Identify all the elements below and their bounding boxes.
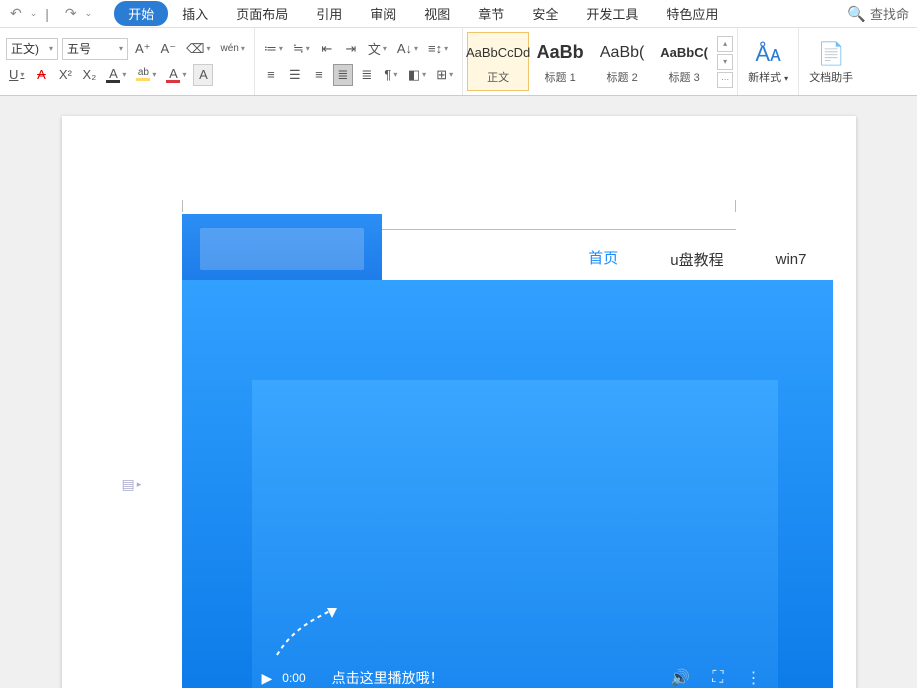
- style-preview: AaBbC(: [660, 39, 708, 67]
- line-spacing-icon[interactable]: ≡↕: [425, 38, 451, 60]
- hero-banner: ▶ 0:00 点击这里播放哦！ 🔊 ⛶ ⋮: [182, 280, 833, 688]
- embedded-web-content: 首页 u盘教程 win7 ▶ 0:00 点击这里播放哦！ 🔊 ⛶ ⋮: [182, 236, 833, 688]
- align-center-icon[interactable]: ☰: [285, 64, 305, 86]
- separator: |: [43, 6, 51, 22]
- style-heading1[interactable]: AaBb 标题 1: [529, 32, 591, 91]
- shrink-font-icon[interactable]: A⁻: [158, 38, 180, 60]
- font-group: 正文)▾ 五号▾ A⁺ A⁻ ⌫ wén U A X² X₂ A ab A A: [0, 28, 255, 95]
- align-left-icon[interactable]: ≡: [261, 64, 281, 86]
- quick-access: ↶ ⌄ | ↷ ⌄: [8, 5, 94, 22]
- bullets-icon[interactable]: ≔: [261, 38, 286, 60]
- tab-insert[interactable]: 插入: [168, 1, 222, 26]
- text-effect-icon[interactable]: A: [103, 64, 129, 86]
- undo-icon[interactable]: ↶: [8, 5, 24, 22]
- search-icon: 🔍: [847, 5, 866, 23]
- video-hint: 点击这里播放哦！: [332, 668, 444, 688]
- gallery-down-icon[interactable]: ▾: [717, 54, 733, 70]
- page-outline-icon[interactable]: ▤: [122, 476, 142, 493]
- style-preview: AaBb(: [600, 39, 644, 67]
- menu-bar: ↶ ⌄ | ↷ ⌄ 开始 插入 页面布局 引用 审阅 视图 章节 安全 开发工具…: [0, 0, 917, 28]
- new-style-label: 新样式 ▾: [748, 69, 788, 85]
- text-direction-icon[interactable]: A↓: [394, 38, 421, 60]
- gallery-more-icon[interactable]: ⋯: [717, 72, 733, 88]
- grow-font-icon[interactable]: A⁺: [132, 38, 154, 60]
- new-style-button[interactable]: Åᴀ 新样式 ▾: [738, 28, 798, 95]
- more-icon[interactable]: ⋮: [740, 668, 768, 688]
- style-label: 正文: [487, 69, 509, 85]
- para-spacing-icon[interactable]: ¶: [381, 64, 401, 86]
- style-heading2[interactable]: AaBb( 标题 2: [591, 32, 653, 91]
- style-preview: AaBbCcDd: [466, 39, 530, 67]
- tab-security[interactable]: 安全: [518, 1, 572, 26]
- tab-chapter[interactable]: 章节: [464, 1, 518, 26]
- tab-reference[interactable]: 引用: [302, 1, 356, 26]
- play-icon[interactable]: ▶: [262, 670, 273, 687]
- redo-dropdown[interactable]: ⌄: [83, 8, 95, 19]
- clear-format-icon[interactable]: ⌫: [183, 38, 213, 60]
- borders-icon[interactable]: ⊞: [433, 64, 456, 86]
- doc-assistant-icon: 📄: [817, 39, 844, 69]
- tab-pagelayout[interactable]: 页面布局: [222, 1, 302, 26]
- arrow-doodle-icon: [272, 600, 352, 660]
- decrease-indent-icon[interactable]: ⇤: [317, 38, 337, 60]
- style-preview: AaBb: [537, 39, 584, 67]
- gallery-up-icon[interactable]: ▴: [717, 36, 733, 52]
- document-area: ▤ 首页 u盘教程 win7 ▶ 0:00 点击这里播放哦！: [0, 96, 917, 688]
- style-label: 标题 3: [669, 69, 700, 85]
- font-size-select[interactable]: 五号▾: [62, 38, 128, 60]
- tab-view[interactable]: 视图: [410, 1, 464, 26]
- numbering-icon[interactable]: ≒: [290, 38, 313, 60]
- tab-start[interactable]: 开始: [114, 1, 168, 26]
- style-normal[interactable]: AaBbCcDd 正文: [467, 32, 529, 91]
- web-nav: 首页 u盘教程 win7: [182, 236, 833, 282]
- underline-icon[interactable]: U: [6, 64, 27, 86]
- nav-usb-tutorial[interactable]: u盘教程: [644, 237, 749, 282]
- char-shading-icon[interactable]: A: [193, 64, 213, 86]
- doc-assistant-label: 文档助手: [809, 69, 853, 85]
- nav-win7[interactable]: win7: [750, 239, 833, 280]
- search-area[interactable]: 🔍 查找命: [847, 4, 909, 23]
- superscript-icon[interactable]: X²: [55, 64, 75, 86]
- style-label: 标题 2: [607, 69, 638, 85]
- shading-icon[interactable]: ◧: [405, 64, 429, 86]
- align-right-icon[interactable]: ≡: [309, 64, 329, 86]
- page[interactable]: ▤ 首页 u盘教程 win7 ▶ 0:00 点击这里播放哦！: [62, 116, 856, 688]
- menu-tabs: 开始 插入 页面布局 引用 审阅 视图 章节 安全 开发工具 特色应用: [114, 1, 732, 26]
- video-controls: ▶ 0:00 点击这里播放哦！ 🔊 ⛶ ⋮: [252, 656, 778, 688]
- align-justify-icon[interactable]: ≣: [333, 64, 353, 86]
- highlight-icon[interactable]: ab: [133, 64, 159, 86]
- tab-review[interactable]: 审阅: [356, 1, 410, 26]
- subscript-icon[interactable]: X₂: [79, 64, 99, 86]
- search-label: 查找命: [870, 4, 909, 23]
- asian-layout-icon[interactable]: 文: [365, 38, 390, 60]
- nav-home[interactable]: 首页: [562, 235, 644, 283]
- distribute-icon[interactable]: ≣: [357, 64, 377, 86]
- paragraph-group: ≔ ≒ ⇤ ⇥ 文 A↓ ≡↕ ≡ ☰ ≡ ≣ ≣ ¶ ◧ ⊞: [255, 28, 463, 95]
- gallery-scroll: ▴ ▾ ⋯: [717, 32, 733, 91]
- phonetic-icon[interactable]: wén: [218, 38, 248, 60]
- redo-icon[interactable]: ↷: [63, 5, 79, 22]
- style-label: 标题 1: [545, 69, 576, 85]
- style-heading3[interactable]: AaBbC( 标题 3: [653, 32, 715, 91]
- ribbon: 正文)▾ 五号▾ A⁺ A⁻ ⌫ wén U A X² X₂ A ab A A …: [0, 28, 917, 96]
- font-name-select[interactable]: 正文)▾: [6, 38, 58, 60]
- undo-dropdown[interactable]: ⌄: [28, 8, 40, 19]
- increase-indent-icon[interactable]: ⇥: [341, 38, 361, 60]
- new-style-icon: Åᴀ: [755, 39, 781, 69]
- volume-icon[interactable]: 🔊: [664, 668, 696, 688]
- fullscreen-icon[interactable]: ⛶: [706, 669, 729, 687]
- video-time: 0:00: [282, 671, 305, 685]
- style-gallery: AaBbCcDd 正文 AaBb 标题 1 AaBb( 标题 2 AaBbC( …: [463, 28, 738, 95]
- doc-assistant-button[interactable]: 📄 文档助手: [798, 28, 863, 95]
- font-color-icon[interactable]: A: [163, 64, 189, 86]
- strikethrough-icon[interactable]: A: [31, 64, 51, 86]
- tab-special[interactable]: 特色应用: [652, 1, 732, 26]
- tab-devtools[interactable]: 开发工具: [572, 1, 652, 26]
